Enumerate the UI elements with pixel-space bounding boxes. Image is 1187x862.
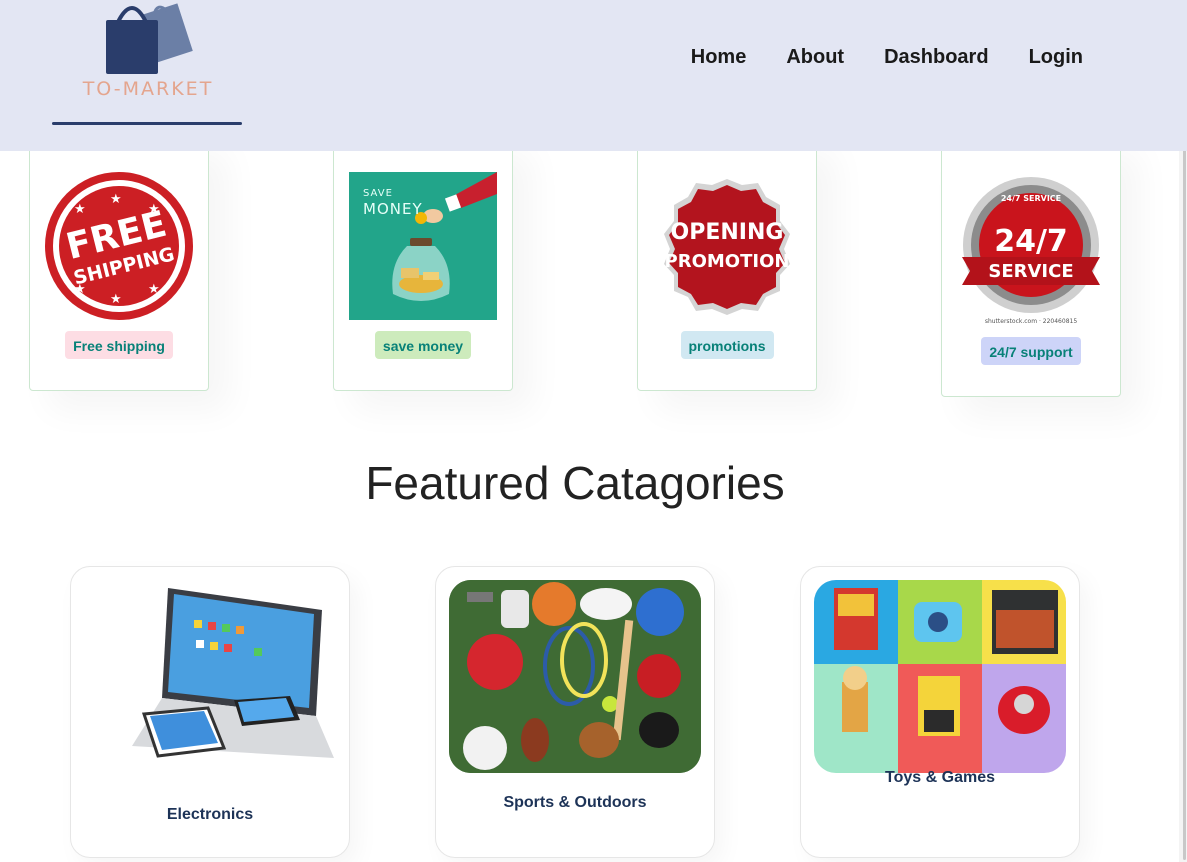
svg-text:SERVICE: SERVICE — [988, 261, 1073, 282]
logo-underline — [52, 122, 242, 125]
nav-dashboard-link[interactable]: Dashboard — [884, 44, 988, 70]
sports-outdoors-image — [449, 580, 701, 773]
logo[interactable]: TO-MARKET — [52, 0, 244, 128]
electronics-image — [84, 580, 336, 773]
nav-home-link[interactable]: Home — [691, 44, 747, 70]
category-label-sports: Sports & Outdoors — [503, 794, 647, 811]
feature-label-save-money: save money — [374, 331, 472, 359]
nav-about-link[interactable]: About — [786, 44, 844, 70]
feature-box-promotions: OPENING PROMOTION promotions — [637, 132, 817, 391]
feature-box-free-shipping: ★ ★ ★ ★ ★ ★ FREE SHIPPING Free shipping — [29, 132, 209, 391]
opening-promotion-badge-image: OPENING PROMOTION — [652, 171, 802, 321]
category-card-toys[interactable]: Toys & Games — [800, 566, 1080, 858]
svg-text:★: ★ — [74, 202, 86, 217]
svg-text:PROMOTION: PROMOTION — [665, 251, 790, 272]
main-nav: Home About Dashboard Login — [691, 44, 1083, 70]
category-label-electronics: Electronics — [166, 806, 254, 823]
service-24-7-badge-image: 24/7 SERVICE 24/7 SERVICE shutterstock.c… — [956, 171, 1106, 327]
header: TO-MARKET Home About Dashboard Login — [0, 0, 1187, 151]
free-shipping-stamp-image: ★ ★ ★ ★ ★ ★ FREE SHIPPING — [44, 171, 194, 321]
toys-games-image — [814, 580, 1066, 773]
svg-text:24/7: 24/7 — [994, 224, 1068, 259]
category-card-electronics[interactable]: Electronics — [70, 566, 350, 858]
svg-text:★: ★ — [110, 292, 122, 307]
logo-text: TO-MARKET — [82, 78, 214, 100]
scrollbar-thumb[interactable] — [1183, 140, 1186, 860]
featured-categories-title: Featured Catagories — [365, 457, 785, 509]
save-money-image: SAVE MONEY — [348, 171, 498, 321]
feature-label-support: 24/7 support — [981, 337, 1081, 365]
svg-text:★: ★ — [148, 282, 160, 297]
feature-label-promotions: promotions — [680, 331, 774, 359]
shopping-bag-icon — [106, 3, 193, 74]
svg-text:★: ★ — [110, 192, 122, 207]
svg-text:MONEY: MONEY — [363, 200, 423, 218]
feature-box-save-money: SAVE MONEY save money — [333, 132, 513, 391]
page: TO-MARKET Home About Dashboard Login ★ ★… — [0, 0, 1187, 862]
feature-label-free-shipping: Free shipping — [65, 331, 173, 359]
feature-box-support: 24/7 SERVICE 24/7 SERVICE shutterstock.c… — [941, 132, 1121, 397]
svg-text:SAVE: SAVE — [363, 188, 393, 199]
category-label-toys: Toys & Games — [885, 769, 995, 786]
svg-text:OPENING: OPENING — [671, 220, 784, 245]
nav-login-link[interactable]: Login — [1029, 44, 1083, 70]
svg-text:shutterstock.com · 220460815: shutterstock.com · 220460815 — [985, 318, 1078, 325]
svg-text:24/7 SERVICE: 24/7 SERVICE — [1001, 194, 1061, 203]
category-card-sports[interactable]: Sports & Outdoors — [435, 566, 715, 858]
